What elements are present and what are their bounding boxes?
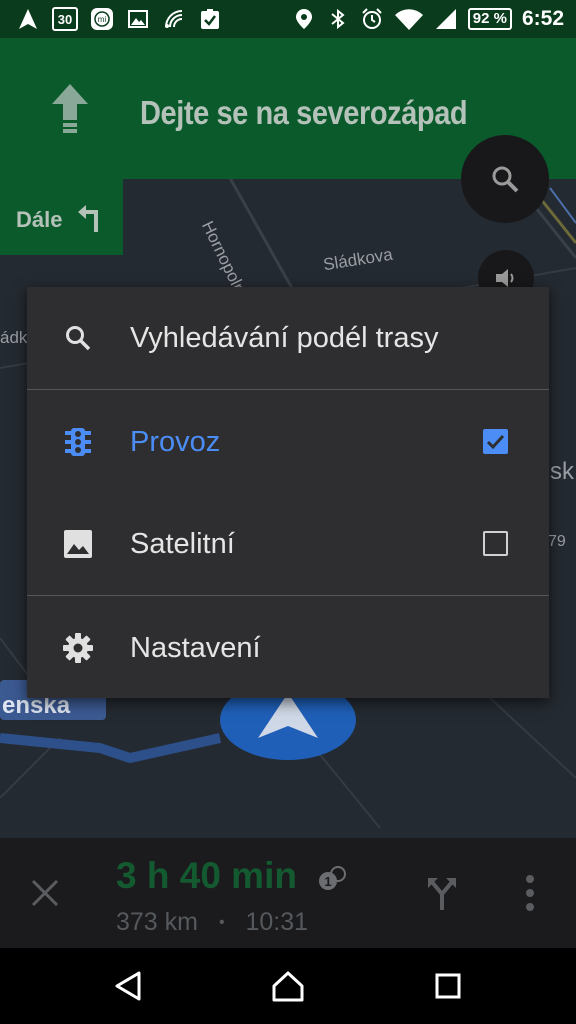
signal-stream-icon xyxy=(165,10,183,28)
close-icon[interactable] xyxy=(30,878,60,908)
mi-icon: mi xyxy=(91,8,113,30)
svg-text:mi: mi xyxy=(98,15,107,24)
menu-label-satellite: Satelitní xyxy=(130,527,235,560)
street-label-79: 79 xyxy=(548,533,566,550)
trip-details: 373 km • 10:31 xyxy=(116,908,308,937)
menu-item-traffic[interactable]: Provoz xyxy=(27,391,549,493)
search-icon xyxy=(62,322,94,354)
checkmark-icon xyxy=(486,434,505,450)
screen: Hornopolní Sládkova ádk sk 79 enska Dejt… xyxy=(0,0,576,1024)
menu-divider xyxy=(27,389,549,390)
system-navigation-bar xyxy=(0,948,576,1024)
nav-instruction: Dejte se na severozápad xyxy=(140,94,468,131)
turn-left-icon xyxy=(78,205,98,232)
alarm-icon xyxy=(362,8,382,29)
navigation-icon xyxy=(19,9,37,29)
recents-icon xyxy=(435,973,461,999)
trip-separator: • xyxy=(218,914,225,932)
calendar-icon: 30 xyxy=(52,7,78,31)
status-bar-right: 92 % 6:52 xyxy=(292,7,564,31)
trip-distance: 373 km xyxy=(116,908,198,936)
status-bar: 30 mi 92 % 6:52 xyxy=(0,0,576,38)
wifi-icon xyxy=(394,9,423,30)
arrow-up-icon xyxy=(52,84,88,133)
home-button[interactable] xyxy=(268,966,308,1006)
overflow-menu: Vyhledávání podél trasy Provoz Satelitní… xyxy=(27,287,549,698)
clipboard-check-icon xyxy=(201,9,219,29)
bluetooth-icon xyxy=(331,8,345,30)
traffic-light-icon xyxy=(62,426,94,458)
recents-button[interactable] xyxy=(428,966,468,1006)
cellular-icon xyxy=(435,9,456,29)
image-icon xyxy=(128,10,148,28)
more-options-icon[interactable] xyxy=(522,874,538,912)
back-button[interactable] xyxy=(108,966,148,1006)
menu-label-search-along-route: Vyhledávání podél trasy xyxy=(130,321,439,354)
street-label-sk: sk xyxy=(550,458,574,485)
traffic-checkbox[interactable] xyxy=(483,429,508,454)
menu-divider xyxy=(27,595,549,596)
menu-item-satellite[interactable]: Satelitní xyxy=(27,493,549,595)
status-bar-left: 30 mi xyxy=(16,7,222,31)
satellite-checkbox[interactable] xyxy=(483,531,508,556)
menu-label-settings: Nastavení xyxy=(130,631,261,664)
back-icon xyxy=(115,971,141,1001)
home-icon xyxy=(272,971,304,1002)
arrival-time: 10:31 xyxy=(245,908,309,936)
menu-item-search-along-route[interactable]: Vyhledávání podél trasy xyxy=(27,287,549,389)
trip-summary-bar: 3 h 40 min 1 373 km • 10:31 xyxy=(0,838,576,948)
location-icon xyxy=(295,9,312,29)
traffic-info-icon[interactable]: 1 xyxy=(318,865,346,891)
search-icon xyxy=(492,166,519,193)
route-alternatives-icon[interactable] xyxy=(426,876,458,910)
image-icon xyxy=(62,528,94,560)
then-turn-box[interactable]: Dále xyxy=(0,179,123,255)
then-label: Dále xyxy=(16,207,63,232)
gear-icon xyxy=(62,632,94,664)
menu-item-settings[interactable]: Nastavení xyxy=(27,597,549,699)
calendar-date: 30 xyxy=(57,11,73,27)
search-button[interactable] xyxy=(461,135,549,223)
status-time: 6:52 xyxy=(521,7,564,30)
eta-duration: 3 h 40 min xyxy=(116,855,297,896)
battery-icon: 92 % xyxy=(467,8,512,30)
street-label-adk: ádk xyxy=(0,328,28,347)
menu-label-traffic: Provoz xyxy=(130,425,221,458)
